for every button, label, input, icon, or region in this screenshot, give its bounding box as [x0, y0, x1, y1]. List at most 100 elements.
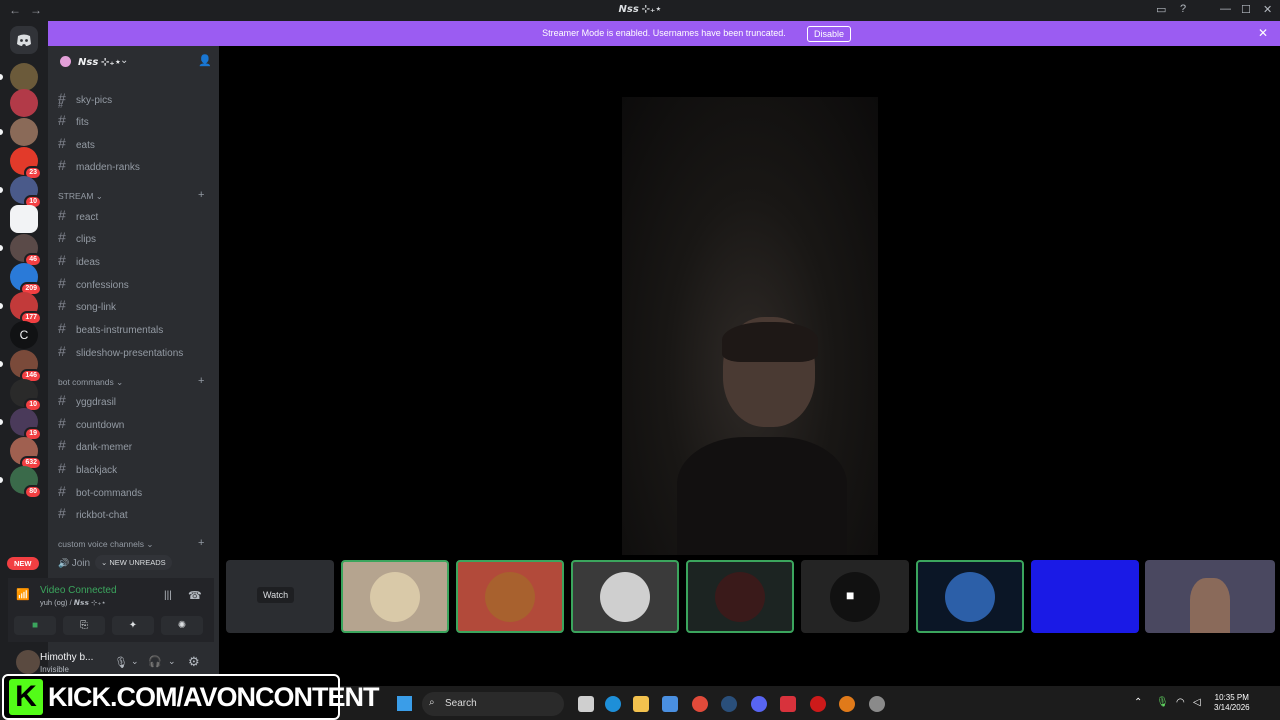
server-icon[interactable]: 10: [10, 176, 42, 209]
headphones-chevron-icon[interactable]: ⌄: [168, 656, 176, 667]
taskbar-search[interactable]: ⌕ Search: [422, 692, 564, 716]
volume-icon[interactable]: ◁: [1193, 697, 1201, 708]
category-voice[interactable]: custom voice channels ⌄: [58, 539, 153, 550]
channel-name: madden-ranks: [76, 162, 140, 173]
server-icon[interactable]: 80: [10, 466, 42, 499]
help-icon[interactable]: ?: [1180, 3, 1186, 15]
channel-eats[interactable]: # eats: [58, 136, 95, 151]
edge-icon[interactable]: [605, 696, 621, 712]
create-channel-icon[interactable]: +: [198, 537, 204, 549]
participant-tile[interactable]: [571, 560, 679, 633]
participant-tile[interactable]: [916, 560, 1024, 633]
soundboard-button[interactable]: ✺: [161, 616, 203, 635]
server-icon[interactable]: C: [10, 321, 38, 349]
participant-tile[interactable]: ■: [801, 560, 909, 633]
channel-ideas[interactable]: # ideas: [58, 253, 100, 268]
channel-clips[interactable]: # clips: [58, 230, 96, 245]
discord-taskbar-icon[interactable]: [751, 696, 767, 712]
settings-gear-icon[interactable]: ⚙: [188, 654, 200, 670]
steam-icon[interactable]: [721, 696, 737, 712]
server-icon[interactable]: 632: [10, 437, 42, 470]
channel-dank-memer[interactable]: # dank-memer: [58, 438, 132, 453]
wifi-icon[interactable]: ◠: [1176, 697, 1185, 708]
user-name[interactable]: Himothy b...: [40, 652, 93, 663]
channel-song-link[interactable]: # song-link: [58, 298, 116, 313]
microphone-icon[interactable]: 🎙: [114, 656, 128, 669]
store-icon[interactable]: [662, 696, 678, 712]
minimize-icon[interactable]: —: [1220, 3, 1231, 15]
channel-confessions[interactable]: # confessions: [58, 276, 129, 291]
server-icon[interactable]: 23: [10, 147, 42, 180]
app-icon[interactable]: [780, 696, 796, 712]
main-video-feed[interactable]: [622, 97, 878, 555]
voice-status[interactable]: Video Connected: [40, 585, 117, 596]
create-channel-icon[interactable]: +: [198, 189, 204, 201]
server-icon[interactable]: 209: [10, 263, 42, 296]
chevron-up-icon[interactable]: ⌃: [1134, 697, 1142, 708]
opera-icon[interactable]: [810, 696, 826, 712]
watch-stream-tile[interactable]: Watch: [226, 560, 334, 633]
maximize-icon[interactable]: ☐: [1241, 3, 1251, 16]
close-banner-icon[interactable]: ✕: [1258, 26, 1268, 40]
channel-madden-ranks[interactable]: # madden-ranks: [58, 158, 140, 173]
discord-home-icon[interactable]: [10, 26, 38, 54]
channel-countdown[interactable]: # countdown: [58, 416, 124, 431]
inbox-icon[interactable]: ▭: [1156, 3, 1166, 16]
headphones-icon[interactable]: 🎧: [148, 655, 162, 668]
app-icon[interactable]: [839, 696, 855, 712]
server-icon[interactable]: 19: [10, 408, 42, 441]
channel-bot-commands[interactable]: # bot-commands: [58, 484, 142, 499]
participant-tile[interactable]: [341, 560, 449, 633]
server-icon[interactable]: 177: [10, 292, 42, 325]
participant-video-tile[interactable]: [1145, 560, 1275, 633]
task-view-icon[interactable]: [578, 696, 594, 712]
taskbar-clock[interactable]: 10:35 PM 3/14/2026: [1214, 693, 1250, 713]
server-icon[interactable]: [10, 118, 38, 146]
participant-tile[interactable]: [456, 560, 564, 633]
new-unreads-pill[interactable]: ⌄ NEW UNREADS: [95, 555, 172, 570]
screen-share-button[interactable]: ⎘: [63, 616, 105, 635]
server-icon[interactable]: 10: [10, 379, 42, 412]
windows-start-icon[interactable]: [397, 696, 412, 711]
server-icon[interactable]: [10, 89, 38, 117]
mic-chevron-icon[interactable]: ⌄: [131, 656, 139, 667]
invite-people-icon[interactable]: 👤: [198, 54, 212, 67]
channel-fits[interactable]: # fits: [58, 113, 89, 128]
channel-rickbot-chat[interactable]: # rickbot-chat: [58, 506, 128, 521]
app-icon[interactable]: [869, 696, 885, 712]
channel-sky-pics[interactable]: # sky-pics: [58, 91, 112, 106]
channel-beats-instrumentals[interactable]: # beats-instrumentals: [58, 321, 163, 336]
file-explorer-icon[interactable]: [633, 696, 649, 712]
channel-slideshow-presentations[interactable]: # slideshow-presentations: [58, 344, 183, 359]
noise-suppression-icon[interactable]: |||: [164, 590, 172, 601]
create-channel-icon[interactable]: +: [198, 375, 204, 387]
voice-channel-name: Join: [71, 558, 91, 569]
server-icon[interactable]: 146: [10, 350, 42, 383]
connection-signal-icon[interactable]: 📶: [16, 588, 30, 601]
close-icon[interactable]: ✕: [1263, 3, 1272, 16]
server-header[interactable]: 𝙉𝙨𝙨 ⊹₊⋆ ⌄ 👤: [48, 46, 219, 78]
disconnect-icon[interactable]: ☎: [188, 589, 202, 602]
voice-channel-item[interactable]: 🔊 Join: [58, 556, 90, 570]
voice-channel-path[interactable]: yuh (og) / 𝙉𝙨𝙨 ⊹₊⋆: [40, 598, 106, 607]
server-icon[interactable]: [10, 63, 38, 91]
participant-tile[interactable]: [686, 560, 794, 633]
camera-button[interactable]: ■: [14, 616, 56, 635]
channel-yggdrasil[interactable]: # yggdrasil: [58, 393, 116, 408]
channel-blackjack[interactable]: # blackjack: [58, 461, 117, 476]
disable-streamer-mode-button[interactable]: Disable: [807, 26, 852, 42]
new-servers-pill[interactable]: NEW: [7, 557, 39, 570]
server-icon[interactable]: [10, 205, 38, 233]
category-stream[interactable]: STREAM ⌄: [58, 191, 103, 202]
person-silhouette: [1190, 578, 1230, 633]
chrome-icon[interactable]: [692, 696, 708, 712]
participant-video-tile[interactable]: [1031, 560, 1139, 633]
watch-button[interactable]: Watch: [257, 587, 295, 603]
channel-react[interactable]: # react: [58, 208, 98, 223]
server-icon[interactable]: 46: [10, 234, 42, 267]
microphone-tray-icon[interactable]: 🎙: [1156, 697, 1169, 708]
category-bot-commands[interactable]: bot commands ⌄: [58, 377, 123, 388]
avatar[interactable]: [16, 650, 40, 674]
category-label: custom voice channels: [58, 539, 144, 549]
activities-button[interactable]: ✦: [112, 616, 154, 635]
